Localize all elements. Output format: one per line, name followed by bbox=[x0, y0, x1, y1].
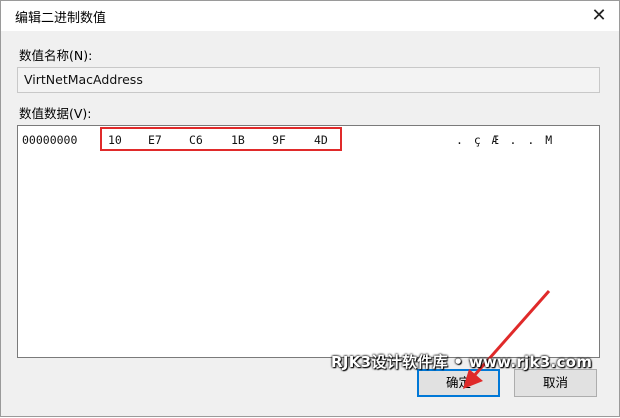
close-icon[interactable]: ✕ bbox=[587, 5, 611, 27]
edit-binary-value-dialog: 编辑二进制数值 ✕ 数值名称(N): VirtNetMacAddress 数值数… bbox=[0, 0, 620, 417]
ok-button[interactable]: 确定 bbox=[417, 369, 500, 397]
hex-offset: 00000000 bbox=[22, 133, 78, 147]
highlight-box bbox=[100, 127, 342, 151]
value-data-label: 数值数据(V): bbox=[19, 106, 92, 121]
watermark-text: RJK3设计软件库 • www.rjk3.com bbox=[331, 353, 593, 371]
window-title: 编辑二进制数值 bbox=[15, 11, 107, 26]
title-bar[interactable]: 编辑二进制数值 ✕ bbox=[1, 1, 619, 31]
value-name-field[interactable]: VirtNetMacAddress bbox=[17, 67, 600, 93]
hex-ascii-preview: . ç Æ . . M bbox=[456, 133, 555, 147]
cancel-button[interactable]: 取消 bbox=[514, 369, 597, 397]
value-data-hex-editor[interactable]: 00000000 10 E7 C6 1B 9F 4D . ç Æ . . M bbox=[17, 125, 600, 358]
value-name-label: 数值名称(N): bbox=[19, 48, 93, 63]
